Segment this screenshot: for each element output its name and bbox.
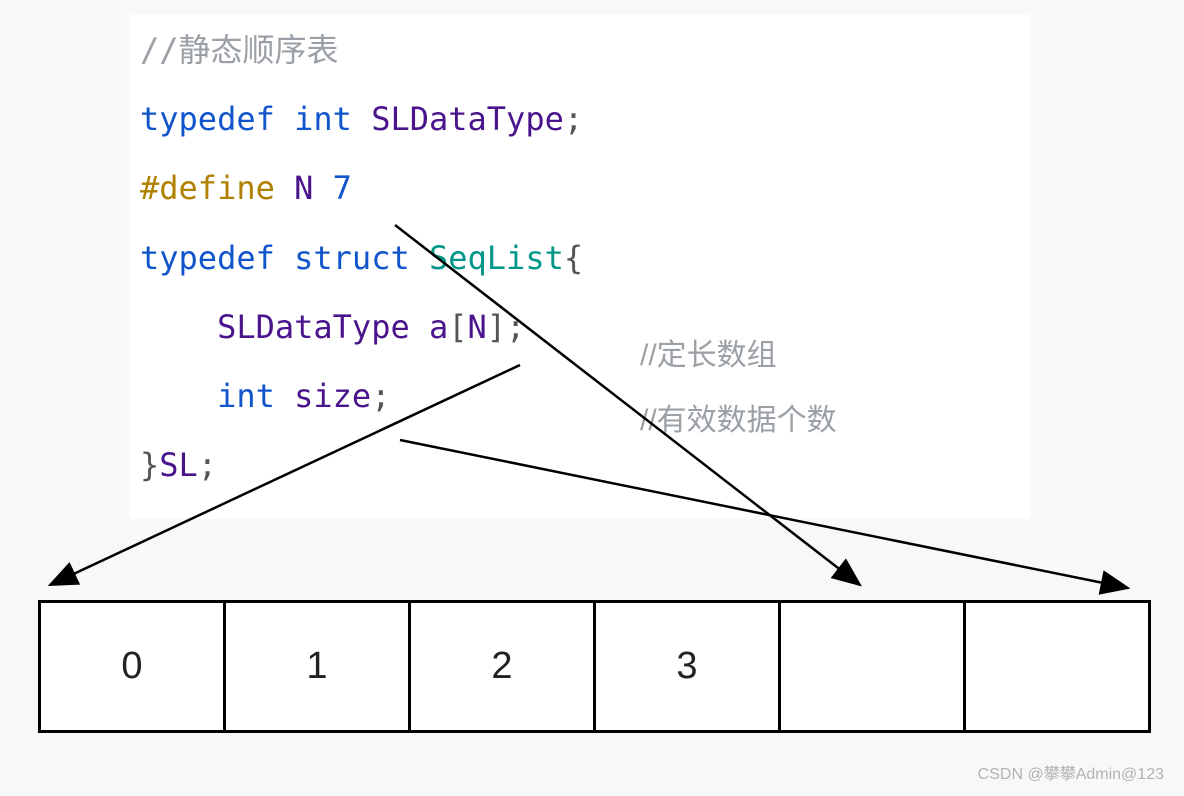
code-line-4: typedef struct SeqList{ (140, 233, 1020, 284)
code-line-5: SLDataType a[N]; (140, 302, 1020, 353)
comment-static-list: //静态顺序表 (140, 31, 339, 69)
brace-close: } (140, 446, 159, 484)
rbracket: ] (487, 308, 506, 346)
code-line-2: typedef int SLDataType; (140, 94, 1020, 145)
array-cell-5 (965, 602, 1150, 732)
semi-1: ; (564, 100, 583, 138)
brace-open: { (564, 239, 583, 277)
code-line-6: int size; (140, 371, 1020, 422)
code-line-1: //静态顺序表 (140, 25, 1020, 76)
lbracket: [ (448, 308, 467, 346)
kw-struct: struct (294, 239, 410, 277)
macro-n: N (294, 169, 313, 207)
field-a: a (429, 308, 448, 346)
indent-6 (140, 377, 217, 415)
array-cell-3: 3 (595, 602, 780, 732)
comment-valid-count: //有效数据个数 (640, 395, 837, 439)
array-cell-4 (780, 602, 965, 732)
array-cell-2: 2 (410, 602, 595, 732)
kw-define: #define (140, 169, 275, 207)
type-sldatatype: SLDataType (371, 100, 564, 138)
type-sldatatype-2: SLDataType (217, 308, 410, 346)
code-line-7: }SL; (140, 440, 1020, 491)
watermark: CSDN @攀攀Admin@123 (978, 760, 1164, 784)
num-7: 7 (333, 169, 352, 207)
array-cell-1: 1 (225, 602, 410, 732)
macro-n-2: N (468, 308, 487, 346)
semi-3: ; (371, 377, 390, 415)
kw-typedef2: typedef (140, 239, 275, 277)
alias-sl: SL (159, 446, 198, 484)
struct-seqlist: SeqList (429, 239, 564, 277)
semi-4: ; (198, 446, 217, 484)
kw-int-2: int (217, 377, 275, 415)
code-line-3: #define N 7 (140, 163, 1020, 214)
kw-typedef: typedef (140, 100, 275, 138)
array-cell-0: 0 (40, 602, 225, 732)
kw-int: int (294, 100, 352, 138)
comment-fixed-array: //定长数组 (640, 330, 777, 374)
semi-2: ; (506, 308, 525, 346)
code-block: //静态顺序表 typedef int SLDataType; #define … (130, 15, 1030, 519)
indent-5 (140, 308, 217, 346)
array-table: 0 1 2 3 (38, 600, 1151, 733)
field-size: size (294, 377, 371, 415)
table-row: 0 1 2 3 (40, 602, 1150, 732)
